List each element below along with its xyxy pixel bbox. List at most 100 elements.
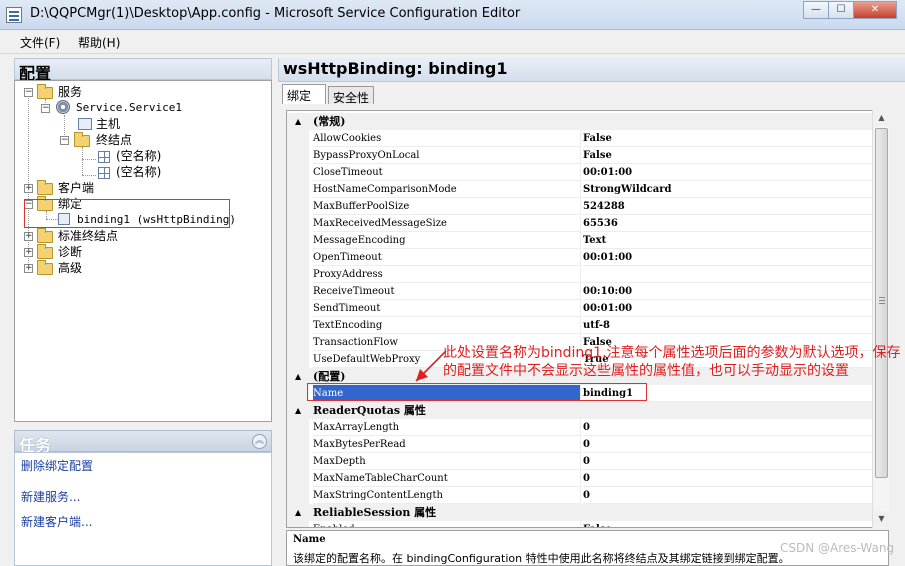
expand-toggle[interactable]: −	[24, 88, 33, 97]
scroll-thumb[interactable]	[875, 128, 888, 478]
property-row[interactable]: MaxNameTableCharCount 0	[287, 470, 873, 487]
config-tree[interactable]: − 服务 − Service.Service1 主机 − 终结点 (空名称) (…	[14, 80, 272, 422]
highlight-box	[24, 199, 230, 228]
property-row[interactable]: MaxReceivedMessageSize 65536	[287, 215, 873, 232]
property-name: MaxNameTableCharCount	[313, 470, 581, 487]
property-value[interactable]: 0	[583, 470, 873, 487]
property-value[interactable]: 0	[583, 419, 873, 436]
tree-node-endpoint[interactable]: (空名称)	[116, 164, 161, 180]
category-toggle-icon[interactable]: ▲	[295, 402, 301, 419]
expand-toggle[interactable]: −	[60, 136, 69, 145]
expand-toggle[interactable]: +	[24, 248, 33, 257]
tab-binding[interactable]: 绑定	[282, 84, 326, 104]
tree-node-service1[interactable]: Service.Service1	[76, 100, 182, 116]
property-row[interactable]: AllowCookies False	[287, 130, 873, 147]
property-row[interactable]: ProxyAddress	[287, 266, 873, 283]
property-row[interactable]: BypassProxyOnLocal False	[287, 147, 873, 164]
tree-node-advanced[interactable]: 高级	[58, 260, 82, 276]
property-value[interactable]: 0	[583, 453, 873, 470]
property-name: ReceiveTimeout	[313, 283, 581, 300]
property-row[interactable]: MaxArrayLength 0	[287, 419, 873, 436]
property-value[interactable]	[583, 266, 873, 283]
property-row[interactable]: MaxBufferPoolSize 524288	[287, 198, 873, 215]
tab-security[interactable]: 安全性	[328, 86, 374, 105]
tree-node-endpoint[interactable]: (空名称)	[116, 148, 161, 164]
row-gutter	[287, 419, 309, 436]
property-name: MaxArrayLength	[313, 419, 581, 436]
property-value[interactable]: 0	[583, 487, 873, 504]
row-gutter	[287, 521, 309, 527]
property-category[interactable]: ▲ ReliableSession 属性	[287, 504, 873, 521]
tree-node-diagnostics[interactable]: 诊断	[58, 244, 82, 260]
property-row[interactable]: MaxDepth 0	[287, 453, 873, 470]
expand-toggle[interactable]: +	[24, 232, 33, 241]
tree-node-endpoints[interactable]: 终结点	[96, 132, 132, 148]
folder-icon	[37, 228, 53, 243]
row-gutter	[287, 334, 309, 351]
property-value[interactable]: 524288	[583, 198, 873, 215]
delete-binding-link[interactable]: 删除绑定配置	[21, 457, 93, 474]
property-row[interactable]: HostNameComparisonMode StrongWildcard	[287, 181, 873, 198]
close-button[interactable]: ✕	[853, 1, 897, 19]
property-row[interactable]: TextEncoding utf-8	[287, 317, 873, 334]
category-toggle-icon[interactable]: ▲	[295, 113, 301, 130]
scroll-down-button[interactable]: ▼	[873, 511, 890, 527]
property-value[interactable]: StrongWildcard	[583, 181, 873, 198]
tree-node-host[interactable]: 主机	[96, 116, 120, 132]
maximize-button[interactable]: ☐	[828, 1, 854, 19]
property-row[interactable]: CloseTimeout 00:01:00	[287, 164, 873, 181]
expand-toggle[interactable]: +	[24, 184, 33, 193]
binding-header: wsHttpBinding: binding1	[278, 58, 905, 82]
menu-help[interactable]: 帮助(H)	[78, 34, 120, 51]
new-service-link[interactable]: 新建服务...	[21, 488, 80, 505]
property-category[interactable]: ▲ (常规)	[287, 113, 873, 130]
property-value[interactable]: False	[583, 147, 873, 164]
row-gutter	[287, 300, 309, 317]
row-gutter	[287, 232, 309, 249]
scroll-up-button[interactable]: ▲	[873, 110, 890, 126]
collapse-icon[interactable]: ︽	[252, 434, 267, 449]
menu-file[interactable]: 文件(F)	[20, 34, 60, 51]
tree-node-client[interactable]: 客户端	[58, 180, 94, 196]
minimize-button[interactable]: —	[803, 1, 829, 19]
property-value[interactable]: 0	[583, 436, 873, 453]
folder-icon	[37, 244, 53, 259]
property-row[interactable]: SendTimeout 00:01:00	[287, 300, 873, 317]
property-grid[interactable]: ▲ (常规) AllowCookies False BypassProxyOnLocal…	[286, 110, 889, 528]
property-value[interactable]: utf-8	[583, 317, 873, 334]
property-row[interactable]: ReceiveTimeout 00:10:00	[287, 283, 873, 300]
row-gutter	[287, 181, 309, 198]
thumb-grip	[879, 300, 885, 301]
thumb-grip	[879, 297, 885, 298]
property-row[interactable]: MaxStringContentLength 0	[287, 487, 873, 504]
property-row[interactable]: EnabledFalse	[287, 521, 873, 527]
property-value[interactable]: 00:01:00	[583, 164, 873, 181]
tree-node-standard-endpoints[interactable]: 标准终结点	[58, 228, 118, 244]
config-panel-header: 配置	[14, 58, 272, 83]
property-name: OpenTimeout	[313, 249, 581, 266]
property-value[interactable]: False	[583, 130, 873, 147]
category-toggle-icon[interactable]: ▲	[295, 368, 301, 385]
property-category[interactable]: ▲ ReaderQuotas 属性	[287, 402, 873, 419]
expand-toggle[interactable]: −	[41, 104, 50, 113]
property-value[interactable]: Text	[583, 232, 873, 249]
property-value[interactable]: False	[583, 521, 873, 527]
property-name: MaxStringContentLength	[313, 487, 581, 504]
property-value[interactable]: 00:10:00	[583, 283, 873, 300]
property-row[interactable]: MessageEncoding Text	[287, 232, 873, 249]
property-row[interactable]: MaxBytesPerRead 0	[287, 436, 873, 453]
watermark: CSDN @Ares-Wang	[780, 541, 895, 555]
property-name: HostNameComparisonMode	[313, 181, 581, 198]
expand-toggle[interactable]: +	[24, 264, 33, 273]
property-scrollbar[interactable]: ▲ ▼	[872, 110, 890, 528]
property-value[interactable]: 65536	[583, 215, 873, 232]
property-value[interactable]: 00:01:00	[583, 300, 873, 317]
tree-node-services[interactable]: 服务	[58, 84, 82, 100]
property-value[interactable]: 00:01:00	[583, 249, 873, 266]
row-gutter	[287, 130, 309, 147]
row-gutter	[287, 266, 309, 283]
new-client-link[interactable]: 新建客户端...	[21, 513, 92, 530]
title-bar: D:\QQPCMgr(1)\Desktop\App.config - Micro…	[0, 0, 905, 30]
category-toggle-icon[interactable]: ▲	[295, 504, 301, 521]
property-row[interactable]: OpenTimeout 00:01:00	[287, 249, 873, 266]
